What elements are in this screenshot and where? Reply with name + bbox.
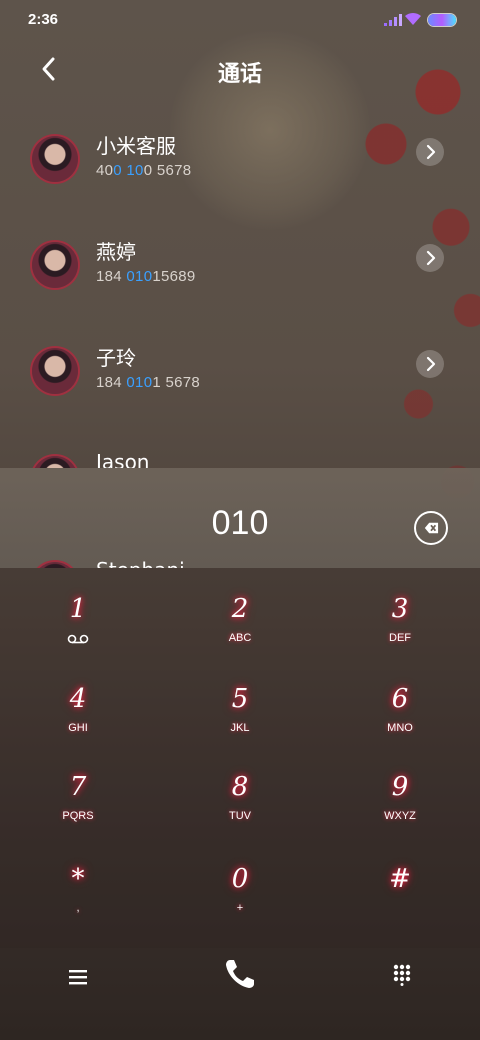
dialpad-icon[interactable] (392, 964, 412, 986)
contact-name: Jason (96, 450, 150, 468)
page-title: 通话 (217, 62, 262, 87)
contact-row[interactable]: 小米客服 400 100 5678 (0, 126, 480, 216)
avatar (32, 456, 78, 468)
key-letters: WXYZ (384, 810, 416, 822)
avatar (32, 242, 78, 288)
battery-icon (428, 14, 456, 26)
key-digit: # (389, 864, 411, 894)
contact-number: 184 01015689 (96, 268, 196, 285)
contact-name: 子玲 (96, 346, 136, 370)
chevron-right-icon[interactable] (416, 244, 444, 272)
key-0[interactable]: 0 + (170, 838, 310, 918)
key-8[interactable]: 8 TUV (170, 746, 310, 826)
contact-name: 小米客服 (96, 134, 176, 158)
key-letters: TUV (229, 810, 251, 822)
status-bar: 2:36 (0, 0, 480, 40)
key-5[interactable]: 5 JKL (170, 658, 310, 738)
avatar (32, 136, 78, 182)
key-letters: ABC (228, 632, 252, 644)
key-digit: 6 (391, 684, 409, 714)
contact-row[interactable]: Jason (0, 446, 480, 468)
contact-name: 燕婷 (96, 240, 136, 264)
key-3[interactable]: 3 DEF (330, 568, 470, 648)
backspace-icon[interactable] (414, 511, 448, 545)
key-digit: 7 (69, 772, 87, 802)
contact-row[interactable]: 燕婷 184 01015689 (0, 232, 480, 322)
contact-row[interactable]: Stephani (0, 558, 480, 568)
key-7[interactable]: 7 PQRS (8, 746, 148, 826)
dialpad: 1 2 ABC 3 DEF 4 GHI 5 JKL 6 MNO 7 PQRS 8… (0, 568, 480, 948)
key-letters: JKL (230, 722, 250, 734)
contact-row[interactable]: 子玲 184 0101 5678 (0, 338, 480, 428)
key-letters: + (236, 902, 244, 914)
contact-number: 184 0101 5678 (96, 374, 201, 391)
phone-icon[interactable] (222, 956, 258, 992)
contact-number: 400 100 5678 (96, 162, 192, 179)
wifi-icon (405, 12, 421, 25)
key-4[interactable]: 4 GHI (8, 658, 148, 738)
contact-name: Stephani (96, 558, 185, 568)
key-digit: 0 (231, 864, 249, 894)
key-digit: 2 (231, 594, 249, 624)
key-digit: 5 (231, 684, 249, 714)
key-9[interactable]: 9 WXYZ (330, 746, 470, 826)
key-6[interactable]: 6 MNO (330, 658, 470, 738)
key-letters: MNO (387, 722, 413, 734)
signal-icon (384, 14, 402, 26)
chevron-right-icon[interactable] (416, 350, 444, 378)
key-2[interactable]: 2 ABC (170, 568, 310, 648)
key-digit: 1 (69, 594, 87, 624)
key-digit: 3 (391, 594, 409, 624)
chevron-right-icon[interactable] (416, 138, 444, 166)
status-time: 2:36 (28, 11, 59, 28)
key-digit: 9 (391, 772, 409, 802)
header: 通话 (0, 40, 480, 100)
key-hash[interactable]: # (330, 838, 470, 918)
hamburger-icon[interactable] (67, 966, 89, 988)
key-letters: GHI (68, 722, 88, 734)
dial-input-bar: 010 (0, 468, 480, 568)
avatar (32, 348, 78, 394)
dialed-number[interactable]: 010 (0, 504, 480, 543)
key-digit: 8 (231, 772, 249, 802)
voicemail-icon (67, 634, 89, 644)
key-star[interactable]: * , (8, 838, 148, 918)
key-digit: * (71, 864, 85, 894)
key-digit: 4 (69, 684, 87, 714)
key-letters: PQRS (62, 810, 94, 822)
key-letters: , (76, 902, 80, 914)
key-letters: DEF (389, 632, 411, 644)
key-1[interactable]: 1 (8, 568, 148, 648)
bottom-bar (0, 948, 480, 1040)
